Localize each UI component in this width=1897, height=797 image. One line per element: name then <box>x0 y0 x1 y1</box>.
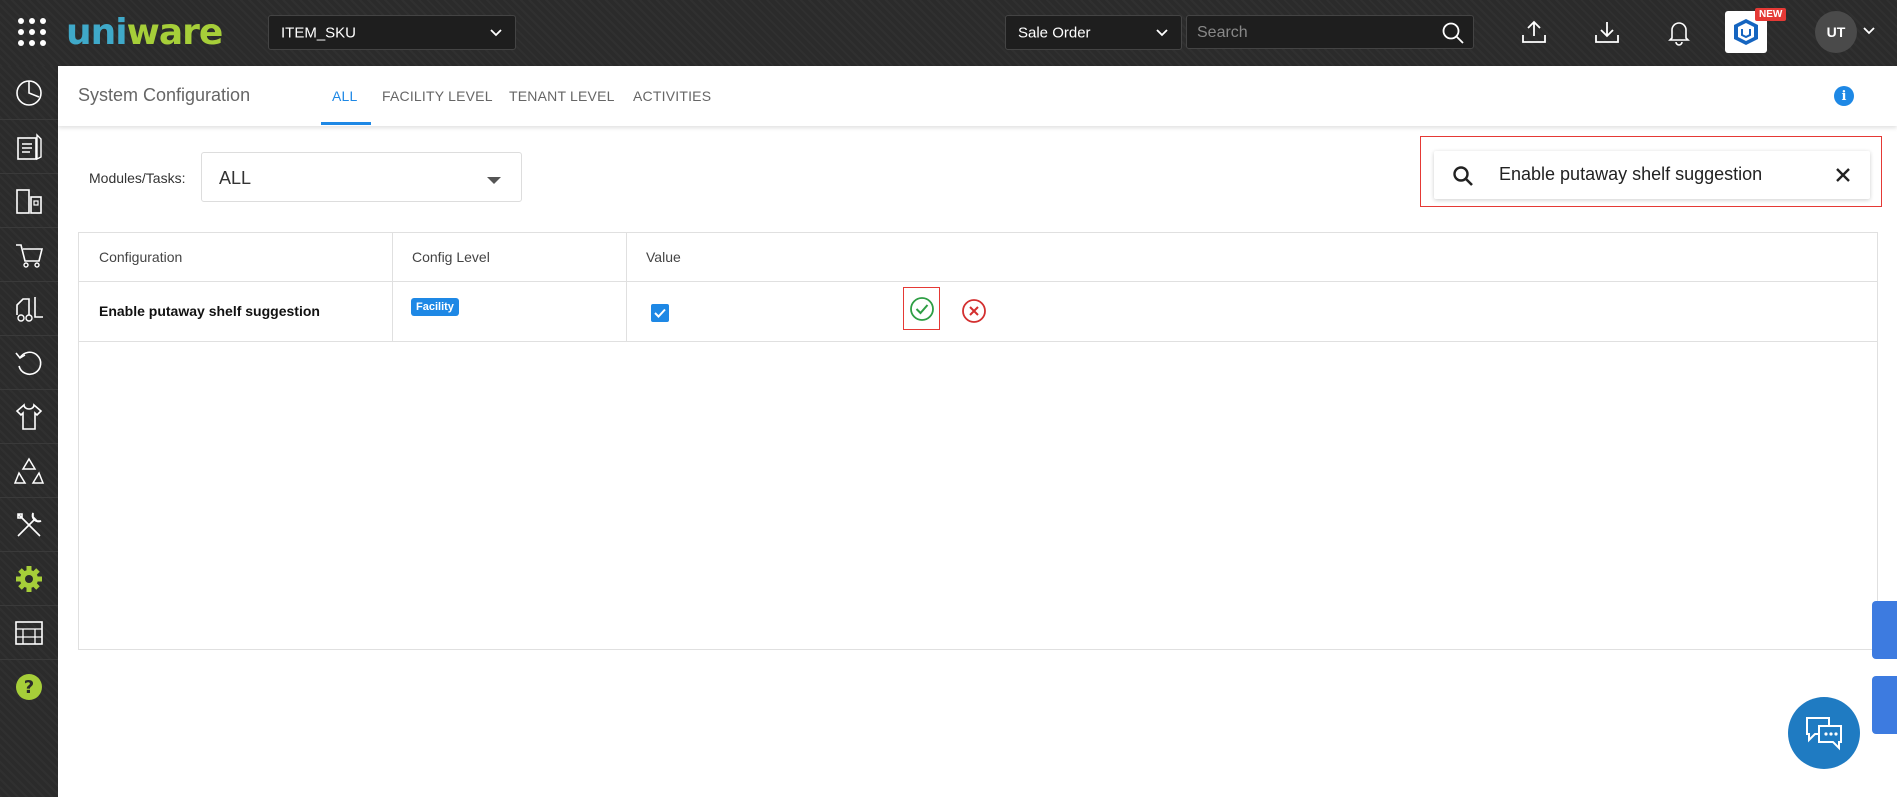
config-table: Configuration Config Level Value Enable … <box>78 232 1878 650</box>
sidebar-item-dashboard[interactable] <box>0 66 58 120</box>
sidebar-item-apparel[interactable] <box>0 390 58 444</box>
cart-icon <box>16 243 44 268</box>
app-grid-icon[interactable] <box>18 18 46 46</box>
download-icon[interactable] <box>1593 18 1621 46</box>
check-icon <box>654 308 666 318</box>
chat-icon <box>1806 717 1842 751</box>
page-title: System Configuration <box>78 85 251 105</box>
close-icon[interactable] <box>1834 166 1852 184</box>
modules-label: Modules/Tasks: <box>89 170 186 186</box>
config-level-badge: Facility <box>411 298 459 316</box>
item-select[interactable]: ITEM_SKU <box>268 15 516 50</box>
sidebar-item-cart[interactable] <box>0 228 58 282</box>
warehouse-icon <box>15 620 43 645</box>
dropdown-arrow-icon <box>487 177 501 184</box>
bell-icon[interactable] <box>1665 18 1693 46</box>
active-tab-indicator <box>321 122 371 125</box>
item-select-value: ITEM_SKU <box>281 24 357 41</box>
modules-select-value: ALL <box>219 168 252 188</box>
sidebar-item-forklift[interactable] <box>0 282 58 336</box>
sidebar-item-recycle[interactable] <box>0 444 58 498</box>
tools-icon <box>17 512 42 537</box>
dashboard-icon <box>16 79 42 106</box>
search-icon <box>1453 166 1473 186</box>
upload-icon[interactable] <box>1520 18 1548 46</box>
save-button[interactable] <box>903 287 940 330</box>
search-input[interactable] <box>1195 16 1439 50</box>
returns-icon <box>15 351 42 375</box>
modules-select[interactable]: ALL <box>201 152 522 202</box>
page-header: System Configuration ALL FACILITY LEVEL … <box>58 66 1897 126</box>
column-header-value: Value <box>646 249 681 265</box>
column-header-configuration: Configuration <box>99 249 183 265</box>
cancel-circle-icon[interactable] <box>961 298 987 324</box>
config-search-value[interactable]: Enable putaway shelf suggestion <box>1499 164 1762 185</box>
table-row: Enable putaway shelf suggestion Facility <box>79 281 1877 342</box>
sidebar-item-help[interactable]: ? <box>0 660 58 714</box>
feedback-side-tab[interactable] <box>1872 601 1897 659</box>
tab-tenant-level[interactable]: TENANT LEVEL <box>509 88 615 104</box>
tab-activities[interactable]: ACTIVITIES <box>633 88 711 104</box>
entity-select[interactable]: Sale Order <box>1005 15 1182 50</box>
unicommerce-logo[interactable]: uniware <box>66 12 223 53</box>
user-avatar[interactable]: UT <box>1815 11 1857 53</box>
svg-text:?: ? <box>24 677 34 698</box>
sidebar: ? <box>0 66 58 797</box>
new-badge: NEW <box>1755 8 1787 21</box>
inventory-icon <box>16 188 42 214</box>
gear-icon <box>16 565 42 592</box>
config-name: Enable putaway shelf suggestion <box>99 303 320 319</box>
sidebar-item-warehouse[interactable] <box>0 606 58 660</box>
sidebar-item-settings[interactable] <box>0 552 58 606</box>
help-icon: ? <box>16 674 42 700</box>
apparel-icon <box>15 402 43 430</box>
recycle-icon <box>13 457 45 484</box>
top-bar: uniware ITEM_SKU Sale Order NEW UT <box>0 0 1897 66</box>
entity-select-value: Sale Order <box>1018 24 1091 41</box>
tab-facility-level[interactable]: FACILITY LEVEL <box>382 88 493 104</box>
check-circle-icon <box>909 296 934 321</box>
orders-icon <box>17 132 42 160</box>
sidebar-item-inventory[interactable] <box>0 174 58 228</box>
tab-all[interactable]: ALL <box>332 88 358 104</box>
chat-button[interactable] <box>1788 697 1860 769</box>
sidebar-item-orders[interactable] <box>0 120 58 174</box>
value-checkbox[interactable] <box>651 304 669 322</box>
chevron-down-icon <box>1156 28 1168 36</box>
global-search <box>1186 15 1474 50</box>
chevron-down-icon <box>490 28 502 36</box>
column-header-config-level: Config Level <box>412 249 490 265</box>
sidebar-item-returns[interactable] <box>0 336 58 390</box>
info-icon[interactable]: i <box>1834 86 1854 106</box>
search-icon[interactable] <box>1441 21 1465 45</box>
config-search[interactable]: Enable putaway shelf suggestion <box>1434 151 1870 199</box>
forklift-icon <box>16 296 43 322</box>
settings-side-tab[interactable] <box>1872 676 1897 734</box>
sidebar-item-tools[interactable] <box>0 498 58 552</box>
chevron-down-icon[interactable] <box>1862 24 1876 38</box>
